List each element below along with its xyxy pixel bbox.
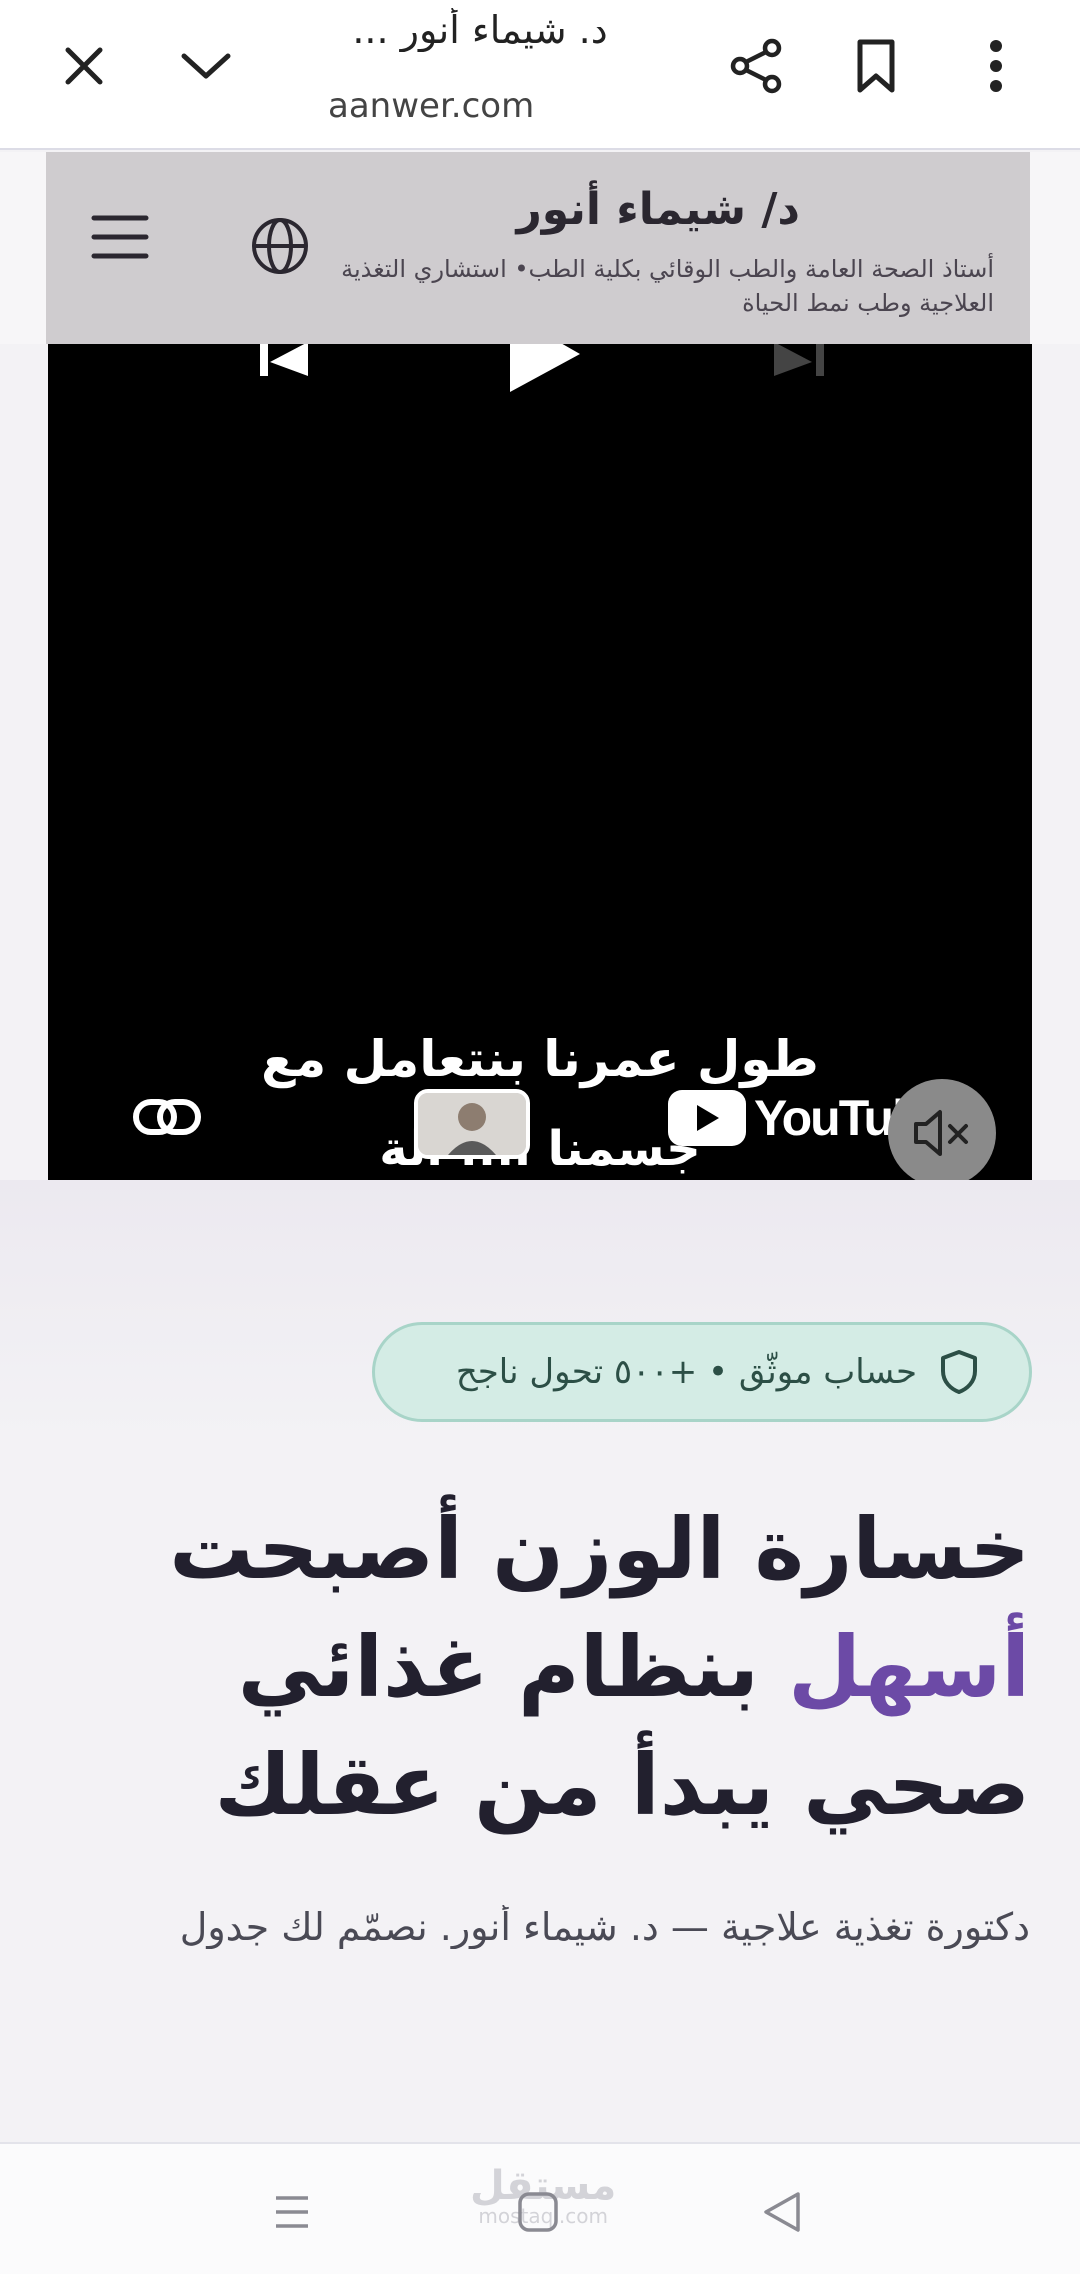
previous-icon[interactable]	[256, 344, 316, 384]
globe-icon[interactable]	[250, 216, 310, 280]
headline-accent: أسهل	[788, 1618, 1030, 1716]
url-bar[interactable]: aanwer.com	[328, 86, 534, 126]
more-options-icon[interactable]	[960, 30, 1032, 102]
system-navigation-bar: مستقل mostaql.com	[0, 2142, 1080, 2274]
tab-title: د. شيماء أنور ...	[352, 8, 608, 52]
link-icon[interactable]	[132, 1094, 202, 1144]
share-icon[interactable]	[720, 30, 792, 102]
site-header: د/ شيماء أنور أستاذ الصحة العامة والطب ا…	[46, 152, 1030, 344]
url-text: aanwer.com	[328, 86, 535, 126]
menu-icon[interactable]	[90, 212, 150, 266]
channel-avatar[interactable]	[414, 1089, 530, 1159]
headline-part-1: خسارة الوزن أصبحت	[169, 1500, 1030, 1598]
hero-headline: خسارة الوزن أصبحت أسهل بنظام غذائي صحي ي…	[70, 1490, 1030, 1844]
site-name[interactable]: د/ شيماء أنور	[516, 184, 800, 235]
chevron-down-icon[interactable]	[170, 30, 242, 102]
site-tagline: أستاذ الصحة العامة والطب الوقائي بكلية ا…	[341, 255, 994, 317]
close-icon[interactable]	[48, 30, 120, 102]
next-icon[interactable]	[770, 344, 830, 384]
badge-text: حساب موثّق • +٥٠٠ تحول ناجح	[455, 1352, 917, 1392]
home-icon[interactable]	[508, 2182, 568, 2242]
muted-speaker-icon	[914, 1110, 968, 1156]
youtube-play-icon	[668, 1090, 746, 1146]
play-icon[interactable]	[504, 344, 584, 396]
bookmark-icon[interactable]	[840, 30, 912, 102]
video-player[interactable]: طول عمرنا بنتعامل مع جسمنا أ... الة YouT…	[48, 344, 1032, 1224]
recent-apps-icon[interactable]	[262, 2182, 322, 2242]
verified-badge: حساب موثّق • +٥٠٠ تحول ناجح	[372, 1322, 1032, 1422]
back-icon[interactable]	[752, 2182, 812, 2242]
mute-button[interactable]	[888, 1079, 996, 1187]
hero-subtext: دكتورة تغذية علاجية — د. شيماء أنور. نصم…	[179, 1905, 1030, 1949]
browser-toolbar: د. شيماء أنور ... aanwer.com	[0, 0, 1080, 150]
shield-icon	[941, 1350, 977, 1394]
